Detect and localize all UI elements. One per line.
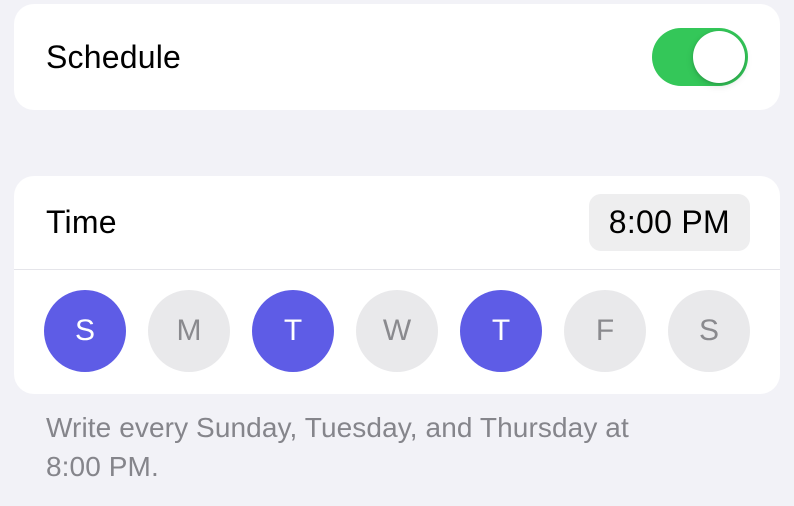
day-saturday[interactable]: S: [668, 290, 750, 372]
toggle-knob: [693, 31, 745, 83]
schedule-toggle[interactable]: [652, 28, 748, 86]
day-thursday[interactable]: T: [460, 290, 542, 372]
schedule-summary-text: Write every Sunday, Tuesday, and Thursda…: [14, 394, 780, 486]
time-picker-value[interactable]: 8:00 PM: [589, 194, 750, 251]
day-tuesday[interactable]: T: [252, 290, 334, 372]
schedule-label: Schedule: [46, 39, 181, 76]
day-sunday[interactable]: S: [44, 290, 126, 372]
day-monday[interactable]: M: [148, 290, 230, 372]
time-label: Time: [46, 204, 117, 241]
schedule-row: Schedule: [14, 4, 780, 110]
time-row: Time 8:00 PM: [14, 176, 780, 270]
days-row: S M T W T F S: [14, 270, 780, 394]
day-friday[interactable]: F: [564, 290, 646, 372]
day-wednesday[interactable]: W: [356, 290, 438, 372]
time-days-card: Time 8:00 PM S M T W T F S: [14, 176, 780, 394]
